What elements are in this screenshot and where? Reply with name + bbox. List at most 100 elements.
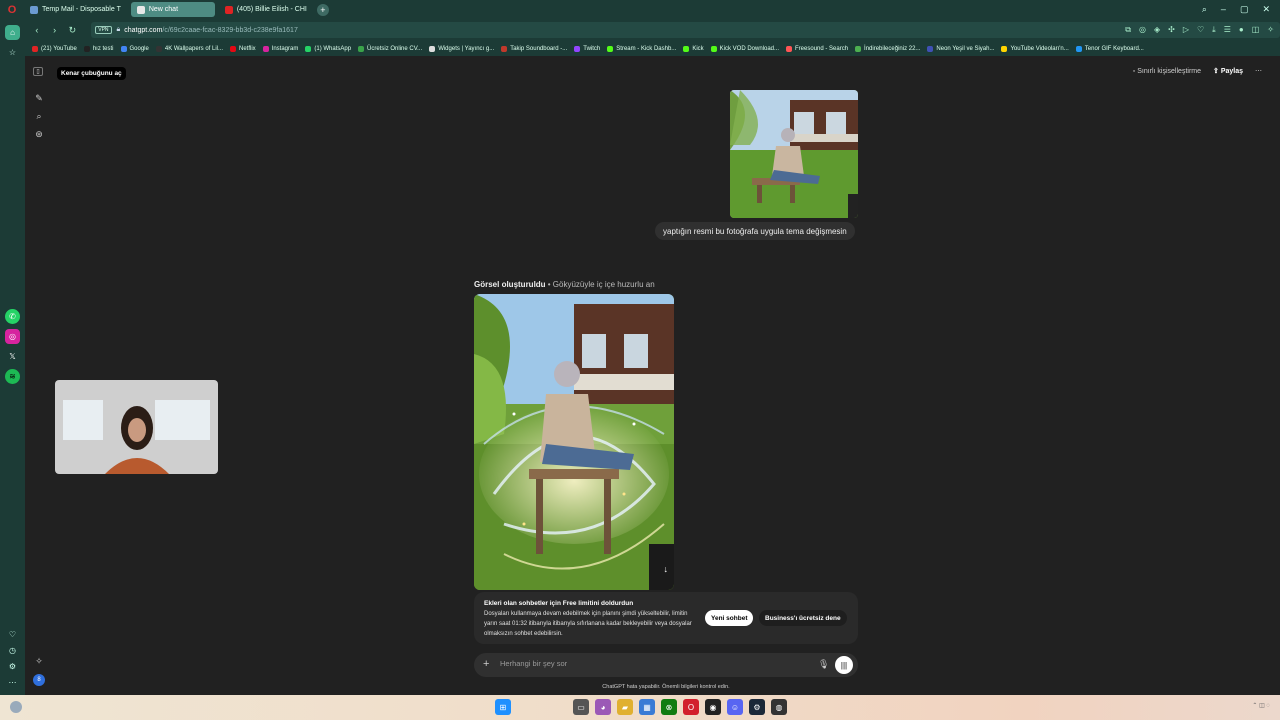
spotify-icon[interactable]: ≋ — [5, 369, 20, 384]
sidebar-toggle-icon[interactable]: ▯ — [33, 67, 43, 76]
steam-icon[interactable]: ⚙ — [749, 699, 765, 715]
download-icon[interactable]: ⤓ — [1212, 25, 1216, 35]
windows-taskbar: ⊞ ▭ ◕ ▰ ▦ ⊗ O ◉ ☺ ⚙ ◍ ⌃ ◫ ◌ — [0, 695, 1280, 720]
url-field[interactable]: VPN 🔒︎ chatgpt.com /c/69c2caae-fcac-8329… — [91, 22, 1280, 38]
bookmark-hiz-testi[interactable]: hız testi — [83, 45, 114, 52]
opera-icon[interactable]: O — [683, 699, 699, 715]
bookmark-whatsapp[interactable]: (1) WhatsApp — [305, 45, 351, 52]
lock-icon[interactable]: 🔒︎ — [117, 26, 121, 34]
bookmark-google[interactable]: Google — [120, 45, 149, 52]
system-tray[interactable]: ⌃ ◫ ◌ — [1252, 702, 1270, 709]
bookmark-cv[interactable]: Ücretsiz Online CV... — [358, 45, 422, 52]
home-icon[interactable]: ⌂ — [5, 25, 20, 40]
settings-icon[interactable]: ⚙ — [5, 659, 20, 674]
download-image-icon[interactable]: ↓ — [664, 564, 669, 574]
voice-mode-button[interactable]: ||| — [835, 656, 853, 674]
task-view-icon[interactable]: ▭ — [573, 699, 589, 715]
back-icon[interactable]: ‹ — [30, 25, 44, 35]
opera-gx-icon[interactable]: ◉ — [705, 699, 721, 715]
bookmark-youtube-videolari[interactable]: YouTube Videoları'n... — [1001, 45, 1069, 52]
bookmark-tenor[interactable]: Tenor GIF Keyboard... — [1075, 45, 1144, 52]
bookmark-favicon — [607, 45, 614, 52]
file-explorer-icon[interactable]: ▰ — [617, 699, 633, 715]
obs-icon[interactable]: ◍ — [771, 699, 787, 715]
start-icon[interactable]: ⊞ — [495, 699, 511, 715]
bookmark-kick[interactable]: Kick — [683, 45, 704, 52]
window-controls: ⌕ – ▢ ✕ — [1202, 4, 1280, 15]
bookmark-instagram[interactable]: Instagram — [262, 45, 298, 52]
more-options-icon[interactable]: ⋯ — [1255, 67, 1262, 75]
bookmark-soundboard[interactable]: Takip Soundboard -... — [501, 45, 567, 52]
maximize-icon[interactable]: ▢ — [1240, 4, 1249, 15]
search-icon[interactable]: ⌕ — [33, 110, 45, 122]
bookmark-favicon — [120, 45, 127, 52]
chatgpt-page: ▯ ✎ ⌕ ⊛ ✧ 8 Kenar çubuğunu aç ▫ Sınırlı … — [25, 56, 1280, 695]
library-icon[interactable]: ⊛ — [33, 128, 45, 140]
history-icon[interactable]: ◷ — [5, 643, 20, 658]
close-icon[interactable]: ✕ — [1262, 4, 1270, 15]
personalize-button[interactable]: ▫ Sınırlı kişiselleştirme — [1133, 68, 1201, 75]
camera-icon[interactable]: ◎ — [1139, 25, 1146, 35]
heart-icon[interactable]: ♡ — [1197, 25, 1204, 35]
bookmark-4k-wallpapers[interactable]: 4K Wallpapers of Lil... — [155, 45, 223, 52]
bookmark-favicon — [501, 45, 508, 52]
extension-icon[interactable]: ✣ — [1168, 25, 1175, 35]
bookmarks-bar: (21) YouTube hız testi Google 4K Wallpap… — [0, 41, 1280, 56]
generated-image[interactable]: ↓ — [474, 294, 674, 590]
bookmark-widgets[interactable]: Widgets | Yayıncı g... — [429, 45, 494, 52]
x-icon[interactable]: 𝕏 — [5, 349, 20, 364]
store-icon[interactable]: ▦ — [639, 699, 655, 715]
wallet-icon[interactable]: ◫ — [1252, 25, 1260, 35]
minimize-icon[interactable]: – — [1221, 4, 1226, 15]
heart-icon[interactable]: ♡ — [5, 627, 20, 642]
ai-icon[interactable]: ✧ — [1267, 25, 1274, 35]
bookmark-freesound[interactable]: Freesound - Search — [786, 45, 848, 52]
shield-icon[interactable]: ◈ — [1154, 25, 1160, 35]
share-button[interactable]: ⇪ Paylaş — [1213, 67, 1243, 75]
menu-icon[interactable]: ☰ — [1224, 25, 1231, 35]
avatar[interactable]: 8 — [33, 674, 45, 686]
bookmark-youtube[interactable]: (21) YouTube — [32, 45, 77, 52]
bookmark-indirebileceginiz[interactable]: İndirebileceğiniz 22... — [855, 45, 921, 52]
new-chat-button[interactable]: Yeni sohbet — [705, 610, 754, 626]
bookmark-neon[interactable]: Neon Yeşil ve Siyah... — [927, 45, 994, 52]
profile-icon[interactable]: ● — [1239, 25, 1244, 35]
tab-youtube-billie[interactable]: (405) Billie Eilish - CHI — [219, 2, 313, 17]
new-chat-icon[interactable]: ✎ — [33, 92, 45, 104]
snapshot-icon[interactable]: ⧉ — [1125, 25, 1131, 35]
star-icon[interactable]: ☆ — [5, 45, 20, 60]
photo-woman-on-bench — [730, 90, 858, 218]
bookmark-label: Kick — [692, 45, 704, 52]
whatsapp-icon[interactable]: ✆ — [5, 309, 20, 324]
try-business-button[interactable]: Business'ı ücretsiz dene — [759, 610, 847, 626]
share-label: Paylaş — [1220, 68, 1243, 75]
bookmark-label: İndirebileceğiniz 22... — [864, 45, 921, 52]
bookmark-twitch[interactable]: Twitch — [574, 45, 600, 52]
discord-icon[interactable]: ☺ — [727, 699, 743, 715]
more-icon[interactable]: ⋯ — [5, 675, 20, 690]
instagram-icon[interactable]: ◎ — [5, 329, 20, 344]
bookmark-netflix[interactable]: Netflix — [230, 45, 256, 52]
sparkle-icon[interactable]: ✧ — [33, 655, 45, 667]
bookmark-kick-dashboard[interactable]: Stream - Kick Dashb... — [607, 45, 676, 52]
tab-temp-mail[interactable]: Temp Mail - Disposable T — [24, 2, 127, 17]
forward-icon[interactable]: › — [48, 25, 62, 35]
user-uploaded-image[interactable] — [730, 90, 858, 218]
copilot-icon[interactable]: ◕ — [595, 699, 611, 715]
weather-icon[interactable] — [10, 701, 22, 713]
bookmark-label: Netflix — [239, 45, 256, 52]
xbox-icon[interactable]: ⊗ — [661, 699, 677, 715]
tab-new-chat[interactable]: New chat — [130, 2, 215, 17]
disclaimer: ChatGPT hata yapabilir. Önemli bilgileri… — [602, 684, 730, 690]
search-tabs-icon[interactable]: ⌕ — [1202, 4, 1207, 15]
prompt-input[interactable] — [500, 659, 780, 668]
bookmark-kick-vod[interactable]: Kick VOD Download... — [710, 45, 779, 52]
reload-icon[interactable]: ↻ — [66, 25, 80, 36]
add-attachment-icon[interactable]: + — [483, 658, 489, 670]
opera-logo[interactable]: O — [0, 0, 24, 19]
bookmark-favicon — [574, 45, 581, 52]
new-tab-button[interactable]: + — [316, 3, 329, 16]
vpn-badge[interactable]: VPN — [95, 26, 112, 34]
microphone-icon[interactable]: 🎙︎ — [818, 659, 829, 670]
play-icon[interactable]: ▷ — [1183, 25, 1189, 35]
